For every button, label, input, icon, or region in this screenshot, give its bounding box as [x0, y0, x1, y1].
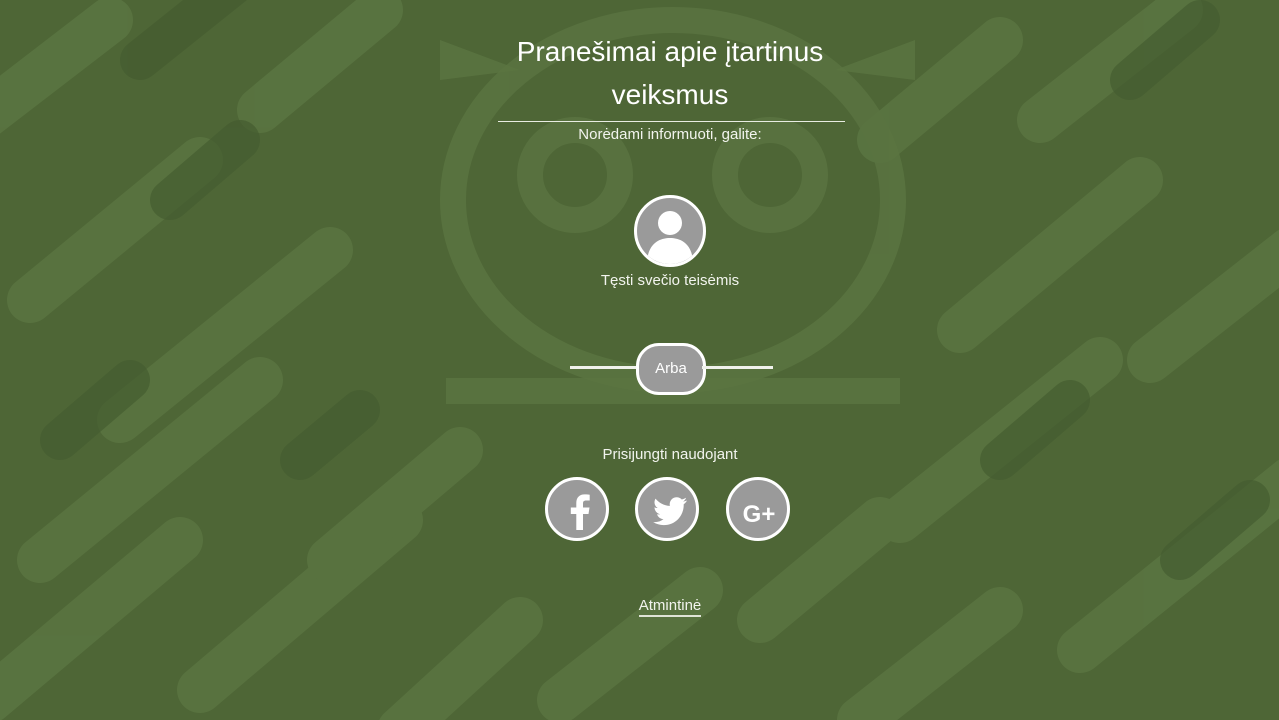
memo-link-container: Atmintinė [570, 597, 770, 617]
user-avatar-icon [634, 195, 706, 267]
twitter-icon [653, 497, 687, 526]
or-divider-badge: Arba [636, 343, 706, 395]
page-subtitle: Norėdami informuoti, galite: [578, 126, 762, 143]
svg-text:G+: G+ [743, 501, 776, 528]
page-title: Pranešimai apie įtartinus veiksmus [516, 36, 824, 110]
social-login-label: Prisijungti naudojant [602, 446, 738, 463]
facebook-login-button[interactable] [545, 477, 609, 541]
continue-as-guest-label: Tęsti svečio teisėmis [600, 272, 740, 289]
divider-line-right [702, 366, 773, 369]
social-login-buttons: G+ [545, 477, 805, 549]
twitter-login-button[interactable] [635, 477, 699, 541]
memo-link[interactable]: Atmintinė [638, 597, 702, 617]
title-divider [498, 121, 845, 122]
facebook-icon [570, 494, 590, 530]
google-plus-login-button[interactable]: G+ [726, 477, 790, 541]
google-plus-icon: G+ [743, 501, 776, 528]
divider-line-left [570, 366, 640, 369]
continue-as-guest-button[interactable]: Tęsti svečio teisėmis [520, 195, 820, 290]
report-panel: Pranešimai apie įtartinus veiksmus Norėd… [0, 0, 1279, 720]
